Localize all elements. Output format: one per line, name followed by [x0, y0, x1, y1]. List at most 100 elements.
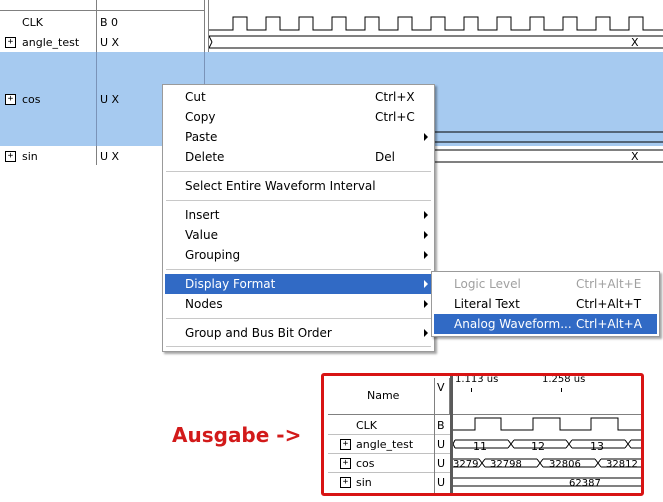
menu-label: Value [185, 228, 218, 242]
menu-label: Logic Level [454, 277, 521, 291]
menu-label: Select Entire Waveform Interval [185, 179, 376, 193]
menu-label: Paste [185, 130, 218, 144]
output-row-clk[interactable]: CLK B [328, 416, 450, 434]
clk-trace [453, 417, 641, 431]
bus-value-label: 3279 [453, 459, 479, 470]
bus-value-label: 12 [531, 440, 545, 453]
menu-label: Insert [185, 208, 220, 222]
signal-value: B 0 [100, 16, 119, 29]
menu-shortcut: Ctrl+X [375, 90, 415, 104]
expand-icon[interactable]: + [340, 477, 351, 488]
menu-shortcut: Ctrl+C [375, 110, 415, 124]
menu-shortcut: Ctrl+Alt+A [576, 317, 642, 331]
menu-item-grouping[interactable]: Grouping [165, 245, 432, 265]
expand-icon[interactable]: + [340, 439, 351, 450]
output-row-angle-test[interactable]: + angle_test U [328, 435, 450, 453]
submenu-arrow-icon [424, 133, 428, 141]
wave-value-label: X [631, 36, 639, 49]
signal-value: B [437, 419, 445, 432]
signal-value: U X [100, 36, 120, 49]
output-row-cos[interactable]: + cos U [328, 454, 450, 472]
angle-test-waveform [209, 35, 663, 49]
menu-label: Grouping [185, 248, 241, 262]
submenu-item-logic-level[interactable]: Logic Level Ctrl+Alt+E [434, 274, 657, 294]
value-column-header: V [435, 378, 450, 415]
bus-value-label: 62387 [569, 478, 601, 489]
submenu-arrow-icon [424, 300, 428, 308]
menu-label: Copy [185, 110, 216, 124]
ausgabe-annotation: Ausgabe -> [172, 423, 302, 447]
signal-value: U [437, 476, 446, 489]
menu-separator [166, 269, 431, 270]
name-column-header: Name [328, 378, 435, 415]
menu-shortcut: Ctrl+Alt+E [576, 277, 642, 291]
menu-label: Nodes [185, 297, 223, 311]
menu-item-cut[interactable]: Cut Ctrl+X [165, 87, 432, 107]
menu-item-display-format[interactable]: Display Format [165, 274, 432, 294]
submenu-arrow-icon [424, 280, 428, 288]
menu-item-insert[interactable]: Insert [165, 205, 432, 225]
signal-value: U X [100, 93, 120, 106]
time-tick [471, 388, 472, 392]
context-menu: Cut Ctrl+X Copy Ctrl+C Paste Delete Del … [162, 84, 435, 352]
signal-value: U [437, 438, 446, 451]
submenu-item-literal-text[interactable]: Literal Text Ctrl+Alt+T [434, 294, 657, 314]
output-row-sin[interactable]: + sin U [328, 473, 450, 491]
bus-value-label: 13 [590, 440, 604, 453]
menu-label: Display Format [185, 277, 276, 291]
expand-icon[interactable]: + [5, 37, 16, 48]
wave-value-label: X [631, 150, 639, 163]
signal-name: sin [356, 476, 372, 489]
signal-name: CLK [356, 419, 378, 432]
bus-value-label: 32812 [606, 459, 638, 470]
menu-label: Group and Bus Bit Order [185, 326, 332, 340]
menu-separator [166, 200, 431, 201]
signal-name: cos [356, 457, 375, 470]
submenu-arrow-icon [424, 231, 428, 239]
menu-label: Delete [185, 150, 225, 164]
menu-label: Cut [185, 90, 206, 104]
menu-separator [166, 171, 431, 172]
signal-name: cos [22, 93, 41, 106]
expand-icon[interactable]: + [340, 458, 351, 469]
bus-value-label: 32806 [549, 459, 581, 470]
time-ruler: 1.113 us 1.258 us [453, 376, 641, 415]
signal-name: sin [22, 150, 38, 163]
menu-item-value[interactable]: Value [165, 225, 432, 245]
menu-item-delete[interactable]: Delete Del [165, 147, 432, 167]
submenu-arrow-icon [424, 211, 428, 219]
menu-label: Literal Text [454, 297, 520, 311]
menu-shortcut: Ctrl+Alt+T [576, 297, 642, 311]
header-divider [0, 10, 204, 11]
expand-icon[interactable]: + [5, 94, 16, 105]
signal-value: U [437, 457, 446, 470]
menu-item-copy[interactable]: Copy Ctrl+C [165, 107, 432, 127]
time-tick [561, 388, 562, 392]
header-name-label: Name [367, 389, 400, 402]
column-divider [96, 52, 97, 146]
submenu-arrow-icon [424, 251, 428, 259]
submenu-item-analog-waveform[interactable]: Analog Waveform... Ctrl+Alt+A [434, 314, 657, 334]
output-waveforms [453, 417, 641, 487]
output-view-frame: Name V 1.113 us 1.258 us CLK B + angle_t… [321, 373, 644, 496]
menu-separator [166, 346, 431, 347]
bus-value-label: 11 [473, 440, 487, 453]
signal-name: angle_test [356, 438, 414, 451]
menu-shortcut: Del [375, 150, 395, 164]
menu-item-paste[interactable]: Paste [165, 127, 432, 147]
clk-waveform [209, 16, 663, 31]
menu-separator [166, 318, 431, 319]
sin-bus [453, 477, 641, 487]
signal-name: angle_test [22, 36, 80, 49]
menu-item-nodes[interactable]: Nodes [165, 294, 432, 314]
signal-name: CLK [22, 16, 44, 29]
expand-icon[interactable]: + [5, 151, 16, 162]
menu-item-select-entire-waveform-interval[interactable]: Select Entire Waveform Interval [165, 176, 432, 196]
signal-value: U X [100, 150, 120, 163]
time-marker-label: 1.113 us [455, 374, 499, 385]
bus-value-label: 32798 [490, 459, 522, 470]
menu-label: Analog Waveform... [454, 317, 572, 331]
menu-item-group-and-bus-bit-order[interactable]: Group and Bus Bit Order [165, 323, 432, 343]
header-value-label: V [437, 381, 445, 394]
time-marker-label: 1.258 us [542, 374, 586, 385]
